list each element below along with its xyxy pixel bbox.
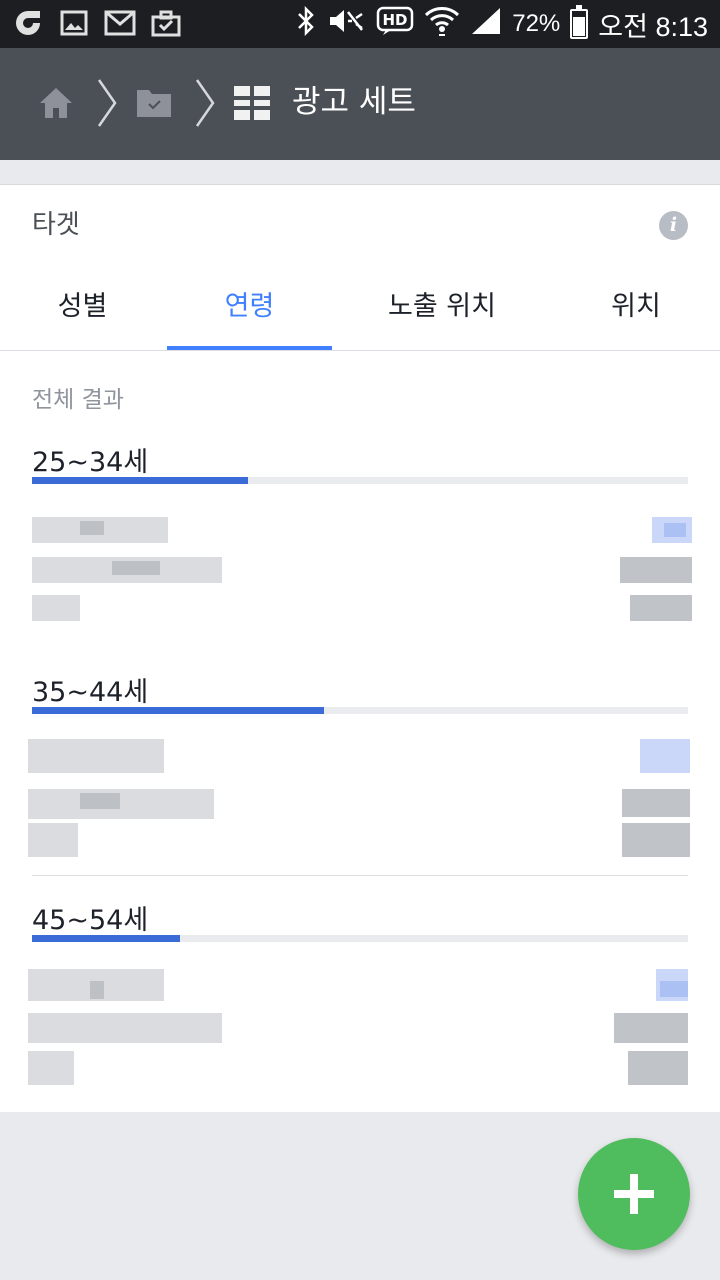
app-icon [12, 8, 44, 38]
blurred-text [28, 1013, 222, 1043]
blurred-value [640, 739, 690, 773]
tab-gender[interactable]: 성별 [0, 269, 165, 351]
home-icon[interactable] [38, 86, 74, 120]
blurred-value [622, 823, 690, 857]
battery-icon [570, 5, 589, 39]
blurred-value [620, 557, 692, 583]
blurred-value [622, 789, 690, 817]
blurred-value [660, 981, 688, 997]
active-tab-indicator [167, 346, 332, 350]
tab-bar: 성별 연령 노출 위치 위치 [0, 269, 720, 351]
folder-icon[interactable] [136, 88, 172, 118]
gmail-icon [104, 8, 136, 38]
grid-icon [234, 86, 270, 120]
image-icon [58, 8, 90, 38]
clock: 오전 8:13 [598, 11, 708, 42]
blurred-value [664, 523, 686, 537]
blurred-value [614, 1013, 688, 1043]
chevron-right-icon [194, 78, 216, 128]
battery-percent: 72% [512, 10, 561, 37]
blurred-text [28, 789, 214, 819]
mute-icon [326, 6, 366, 43]
blurred-text [112, 561, 160, 575]
blurred-text [80, 793, 120, 809]
page-title: 광고 세트 [292, 84, 416, 120]
tab-location[interactable]: 위치 [552, 269, 720, 351]
divider [32, 875, 688, 876]
tab-placement[interactable]: 노출 위치 [332, 269, 552, 351]
breadcrumb: 광고 세트 [0, 48, 720, 160]
signal-icon [470, 6, 502, 43]
blurred-text [90, 981, 104, 999]
blurred-value [628, 1051, 688, 1085]
bluetooth-icon [296, 5, 316, 43]
result-bar-fill [32, 935, 180, 942]
add-button[interactable] [578, 1138, 690, 1250]
result-bar-fill [32, 707, 324, 714]
result-bar-fill [32, 477, 249, 484]
targeting-card: 타겟 i 성별 연령 노출 위치 위치 전체 결과 25~34세 35~44세 [0, 184, 720, 1112]
briefcase-icon [150, 8, 182, 38]
status-bar: HD 72% 오전 8:13 [0, 0, 720, 48]
result-bar [32, 707, 688, 714]
hd-icon: HD [376, 5, 414, 44]
blurred-value [630, 595, 692, 621]
section-label: 전체 결과 [32, 387, 124, 413]
blurred-text [80, 521, 104, 535]
blurred-text [28, 823, 78, 857]
tab-age[interactable]: 연령 [167, 269, 332, 351]
svg-text:HD: HD [383, 11, 408, 29]
result-bar [32, 477, 688, 484]
blurred-text [28, 1051, 74, 1085]
wifi-icon [424, 5, 460, 44]
chevron-right-icon [96, 78, 118, 128]
card-title: 타겟 [32, 210, 80, 240]
blurred-text [28, 739, 164, 773]
result-bar [32, 935, 688, 942]
info-icon[interactable]: i [659, 211, 688, 240]
blurred-text [32, 595, 80, 621]
